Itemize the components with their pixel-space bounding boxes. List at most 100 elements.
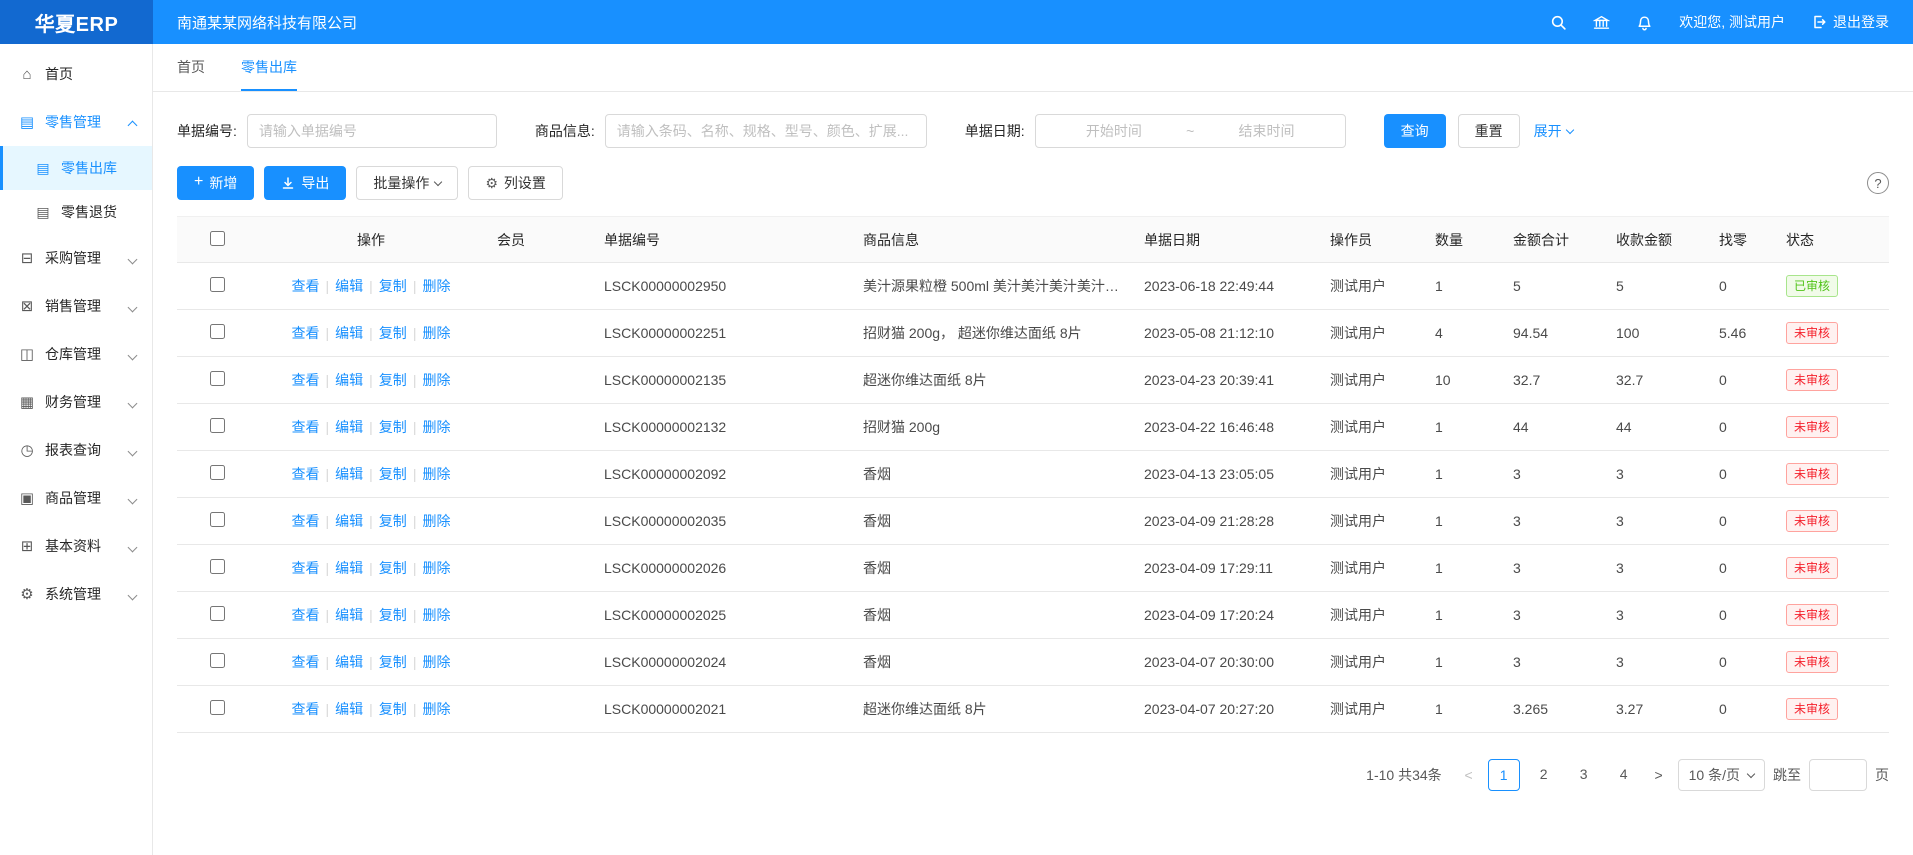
bank-icon[interactable]	[1593, 14, 1610, 31]
row-action-copy[interactable]: 复制	[379, 654, 407, 670]
row-action-delete[interactable]: 删除	[422, 278, 450, 294]
row-action-view[interactable]: 查看	[292, 701, 320, 717]
cell-operator: 测试用户	[1318, 263, 1423, 310]
row-action-view[interactable]: 查看	[292, 372, 320, 388]
reset-button[interactable]: 重置	[1458, 114, 1520, 148]
row-action-edit[interactable]: 编辑	[335, 607, 363, 623]
row-action-delete[interactable]: 删除	[422, 513, 450, 529]
row-action-copy[interactable]: 复制	[379, 466, 407, 482]
batch-actions-button[interactable]: 批量操作	[356, 166, 458, 200]
row-action-view[interactable]: 查看	[292, 560, 320, 576]
table-row: 查看|编辑|复制|删除LSCK00000002025香烟2023-04-09 1…	[177, 592, 1889, 639]
cell-operator: 测试用户	[1318, 451, 1423, 498]
row-checkbox[interactable]	[210, 700, 225, 715]
row-checkbox[interactable]	[210, 606, 225, 621]
sidebar-item-warehouse[interactable]: ◫仓库管理	[0, 330, 152, 378]
row-action-view[interactable]: 查看	[292, 513, 320, 529]
row-checkbox[interactable]	[210, 277, 225, 292]
row-action-edit[interactable]: 编辑	[335, 513, 363, 529]
sidebar-subitem-retail-outbound[interactable]: ▤零售出库	[0, 146, 152, 190]
chevron-down-icon	[128, 591, 138, 601]
sidebar-item-report[interactable]: ◷报表查询	[0, 426, 152, 474]
sidebar-item-retail[interactable]: ▤零售管理	[0, 98, 152, 146]
logout-button[interactable]: 退出登录	[1811, 12, 1889, 32]
row-checkbox[interactable]	[210, 324, 225, 339]
row-action-edit[interactable]: 编辑	[335, 560, 363, 576]
jump-input[interactable]	[1809, 759, 1867, 791]
row-action-delete[interactable]: 删除	[422, 701, 450, 717]
row-action-view[interactable]: 查看	[292, 654, 320, 670]
tab-retail-outbound[interactable]: 零售出库	[241, 44, 297, 91]
row-action-edit[interactable]: 编辑	[335, 654, 363, 670]
row-action-delete[interactable]: 删除	[422, 325, 450, 341]
row-action-edit[interactable]: 编辑	[335, 419, 363, 435]
sidebar-item-system[interactable]: ⚙系统管理	[0, 570, 152, 618]
page-button-3[interactable]: 3	[1568, 759, 1600, 791]
row-checkbox[interactable]	[210, 418, 225, 433]
sidebar-item-home[interactable]: ⌂首页	[0, 50, 152, 98]
sidebar-item-finance[interactable]: ▦财务管理	[0, 378, 152, 426]
tab-home[interactable]: 首页	[177, 44, 205, 91]
return-doc-icon: ▤	[34, 204, 52, 221]
row-action-copy[interactable]: 复制	[379, 325, 407, 341]
sidebar-subitem-retail-return[interactable]: ▤零售退货	[0, 190, 152, 234]
row-action-edit[interactable]: 编辑	[335, 372, 363, 388]
row-checkbox[interactable]	[210, 559, 225, 574]
status-badge: 未审核	[1786, 604, 1838, 626]
product-input[interactable]	[605, 114, 927, 148]
page-size-select[interactable]: 10 条/页	[1678, 759, 1765, 791]
row-checkbox[interactable]	[210, 653, 225, 668]
sidebar-item-basic[interactable]: ⊞基本资料	[0, 522, 152, 570]
sidebar-item-goods[interactable]: ▣商品管理	[0, 474, 152, 522]
sidebar-item-label: 商品管理	[45, 488, 101, 508]
row-checkbox[interactable]	[210, 512, 225, 527]
sidebar-item-sales[interactable]: ⊠销售管理	[0, 282, 152, 330]
row-action-delete[interactable]: 删除	[422, 419, 450, 435]
row-action-copy[interactable]: 复制	[379, 419, 407, 435]
select-all-checkbox[interactable]	[210, 231, 225, 246]
page-button-4[interactable]: 4	[1608, 759, 1640, 791]
page-button-1[interactable]: 1	[1488, 759, 1520, 791]
row-action-view[interactable]: 查看	[292, 466, 320, 482]
row-action-delete[interactable]: 删除	[422, 654, 450, 670]
row-action-copy[interactable]: 复制	[379, 560, 407, 576]
cell-operator: 测试用户	[1318, 357, 1423, 404]
search-icon[interactable]	[1550, 14, 1567, 31]
row-action-edit[interactable]: 编辑	[335, 466, 363, 482]
row-action-view[interactable]: 查看	[292, 607, 320, 623]
row-action-edit[interactable]: 编辑	[335, 278, 363, 294]
row-action-view[interactable]: 查看	[292, 325, 320, 341]
row-action-delete[interactable]: 删除	[422, 466, 450, 482]
row-action-delete[interactable]: 删除	[422, 372, 450, 388]
cell-paid: 44	[1604, 404, 1707, 451]
date-range-input[interactable]: 开始时间 ~ 结束时间	[1035, 114, 1346, 148]
row-action-delete[interactable]: 删除	[422, 560, 450, 576]
row-action-view[interactable]: 查看	[292, 278, 320, 294]
cell-total: 94.54	[1501, 310, 1604, 357]
expand-filters-link[interactable]: 展开	[1534, 121, 1573, 141]
row-action-delete[interactable]: 删除	[422, 607, 450, 623]
prev-page-button[interactable]: <	[1458, 767, 1480, 783]
row-action-view[interactable]: 查看	[292, 419, 320, 435]
page-button-2[interactable]: 2	[1528, 759, 1560, 791]
cell-paid: 3.27	[1604, 686, 1707, 733]
row-checkbox[interactable]	[210, 371, 225, 386]
sidebar-item-purchase[interactable]: ⊟采购管理	[0, 234, 152, 282]
action-separator: |	[326, 607, 330, 623]
row-action-copy[interactable]: 复制	[379, 607, 407, 623]
help-icon[interactable]: ?	[1867, 172, 1889, 194]
bell-icon[interactable]	[1636, 14, 1653, 31]
bill-no-input[interactable]	[247, 114, 497, 148]
row-action-copy[interactable]: 复制	[379, 513, 407, 529]
next-page-button[interactable]: >	[1648, 767, 1670, 783]
search-button[interactable]: 查询	[1384, 114, 1446, 148]
column-settings-button[interactable]: ⚙ 列设置	[468, 166, 563, 200]
row-action-edit[interactable]: 编辑	[335, 325, 363, 341]
row-action-copy[interactable]: 复制	[379, 701, 407, 717]
row-action-edit[interactable]: 编辑	[335, 701, 363, 717]
export-button[interactable]: 导出	[264, 166, 346, 200]
row-action-copy[interactable]: 复制	[379, 372, 407, 388]
row-action-copy[interactable]: 复制	[379, 278, 407, 294]
add-button[interactable]: + 新增	[177, 166, 254, 200]
row-checkbox[interactable]	[210, 465, 225, 480]
